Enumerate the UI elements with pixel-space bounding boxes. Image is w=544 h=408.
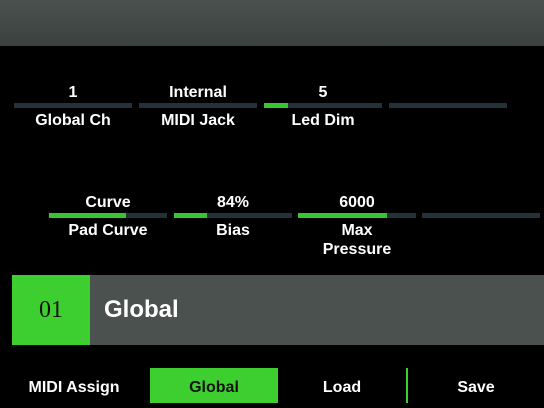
param-fill [49,213,126,218]
param-label: Global Ch [35,112,111,129]
param-track [298,213,416,218]
param-bias[interactable]: 84% Bias [174,193,292,240]
param-global-ch[interactable]: 1 Global Ch [14,83,132,130]
global-button[interactable]: Global [150,368,278,403]
param-midi-jack[interactable]: Internal MIDI Jack [139,83,257,130]
param-track [14,103,132,108]
param-label: Pad Curve [68,222,148,239]
param-label: Bias [216,222,250,239]
param-track [264,103,382,108]
param-fill [298,213,387,218]
param-empty-1[interactable] [389,83,507,111]
param-track [49,213,167,218]
param-track [174,213,292,218]
param-pad-curve[interactable]: Curve Pad Curve [49,193,167,240]
param-track [389,103,507,108]
param-max-pressure[interactable]: 6000 Max Pressure [298,193,416,259]
softkey-divider [406,368,408,403]
param-label: MIDI Jack [161,112,235,129]
page-title-bar: 01 Global [12,275,544,345]
param-value: 5 [318,84,328,101]
page-number-badge: 01 [12,275,90,345]
param-label: Led Dim [291,112,355,129]
param-led-dim[interactable]: 5 Led Dim [264,83,382,130]
midi-assign-button[interactable]: MIDI Assign [0,368,148,403]
softkey-bar: MIDI Assign Global Load Save [0,368,544,403]
param-value: Curve [85,194,131,211]
save-button[interactable]: Save [408,368,544,403]
param-value: 6000 [339,194,375,211]
param-value: 1 [68,84,78,101]
param-value: 84% [216,194,250,211]
param-track [422,213,540,218]
param-value [422,193,540,213]
param-track [139,103,257,108]
load-button[interactable]: Load [278,368,406,403]
page-title: Global [104,296,179,323]
param-empty-2[interactable] [422,193,540,221]
param-fill [174,213,208,218]
param-fill [264,103,288,108]
top-bar [0,0,544,46]
param-value: Internal [169,84,227,101]
param-label: Max Pressure [322,222,392,258]
param-value [389,83,507,103]
